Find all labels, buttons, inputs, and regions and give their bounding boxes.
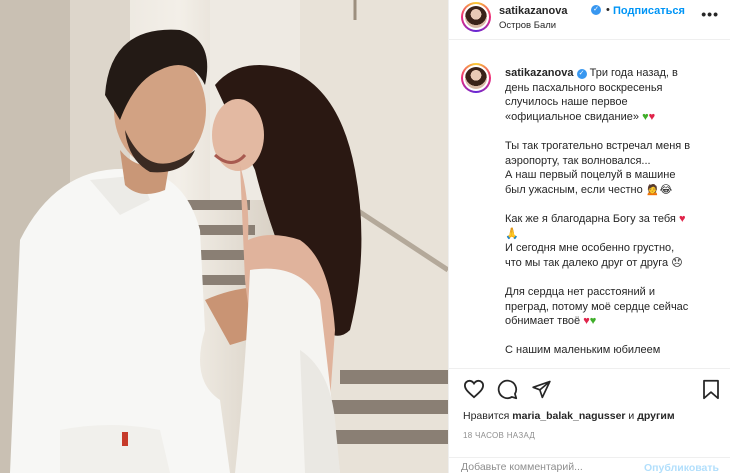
comment-input[interactable]	[461, 461, 641, 473]
comment-bubble-icon[interactable]	[497, 379, 518, 400]
caption-area: satikazanova ✓ Три года назад, в день па…	[449, 55, 730, 368]
caption-line: И сегодня мне особенно грустно,	[505, 242, 675, 255]
sad-face-emoji-icon: 😞	[671, 256, 683, 269]
couple-photo-illustration	[0, 0, 448, 473]
paper-plane-icon[interactable]	[531, 379, 552, 399]
separator-dot: •	[606, 4, 610, 16]
likes-summary: Нравится maria_balak_nagusser и другим	[463, 410, 675, 422]
verified-badge-icon: ✓	[591, 5, 601, 15]
author-username[interactable]: satikazanova	[499, 5, 567, 17]
likes-others-link[interactable]: другим	[637, 410, 674, 422]
post-timestamp[interactable]: 18 ЧАСОВ НАЗАД	[463, 431, 535, 440]
woman-facepalm-emoji-icon: 🙍	[645, 183, 660, 196]
post-photo[interactable]	[0, 0, 448, 473]
red-heart-emoji-icon: ♥	[678, 212, 686, 225]
red-heart-emoji-icon: ♥	[648, 110, 656, 123]
tears-of-joy-emoji-icon: 😂	[659, 183, 673, 196]
location-link[interactable]: Остров Бали	[499, 20, 556, 31]
heart-outline-icon[interactable]	[463, 379, 485, 399]
instagram-post-window: satikazanova ✓ • Подписаться Остров Бали…	[0, 0, 730, 473]
caption-line: был ужасным, если честно	[505, 183, 643, 196]
likes-conj: и	[628, 410, 635, 422]
caption-line: А наш первый поцелуй в машине	[505, 169, 676, 182]
caption-line: Как же я благодарна Богу за тебя	[505, 212, 676, 225]
follow-button[interactable]: Подписаться	[613, 5, 685, 17]
green-heart-emoji-icon: ♥	[589, 315, 597, 328]
caption-text: satikazanova ✓ Три года назад, в день па…	[505, 66, 721, 358]
caption-line: преград, потому моё сердце сейчас	[505, 300, 689, 313]
post-actions: Нравится maria_balak_nagusser и другим 1…	[449, 368, 730, 473]
comment-form: Опубликовать	[449, 457, 730, 473]
post-sidebar: satikazanova ✓ • Подписаться Остров Бали…	[448, 0, 730, 473]
publish-comment-button[interactable]: Опубликовать	[644, 462, 719, 473]
caption-line: Ты так трогательно встречал меня в	[505, 139, 691, 152]
caption-line: день пасхального воскресенья	[505, 81, 663, 94]
praying-hands-emoji-icon: 🙏	[505, 227, 519, 240]
caption-line: что мы так далеко друг от друга	[505, 256, 669, 269]
caption-line: обнимает твоё	[505, 315, 581, 328]
likes-prefix: Нравится	[463, 410, 510, 422]
caption-line: аэропорту, так волновался...	[505, 154, 651, 167]
caption-author-avatar[interactable]	[461, 63, 491, 93]
more-options-icon[interactable]: •••	[701, 6, 719, 22]
bookmark-icon[interactable]	[702, 379, 720, 400]
caption-username[interactable]: satikazanova	[505, 67, 573, 79]
caption-verified-badge-icon: ✓	[576, 69, 587, 79]
caption-line: С нашим маленьким юбилеем	[505, 344, 661, 357]
caption-line: Три года назад, в	[589, 67, 678, 79]
caption-line: случилось наше первое	[505, 96, 628, 109]
post-header: satikazanova ✓ • Подписаться Остров Бали…	[449, 0, 730, 40]
author-avatar[interactable]	[461, 2, 491, 32]
caption-line: «официальное свидание»	[505, 110, 639, 123]
likes-user-link[interactable]: maria_balak_nagusser	[512, 410, 625, 422]
caption-line: Для сердца нет расстояний и	[505, 285, 655, 298]
